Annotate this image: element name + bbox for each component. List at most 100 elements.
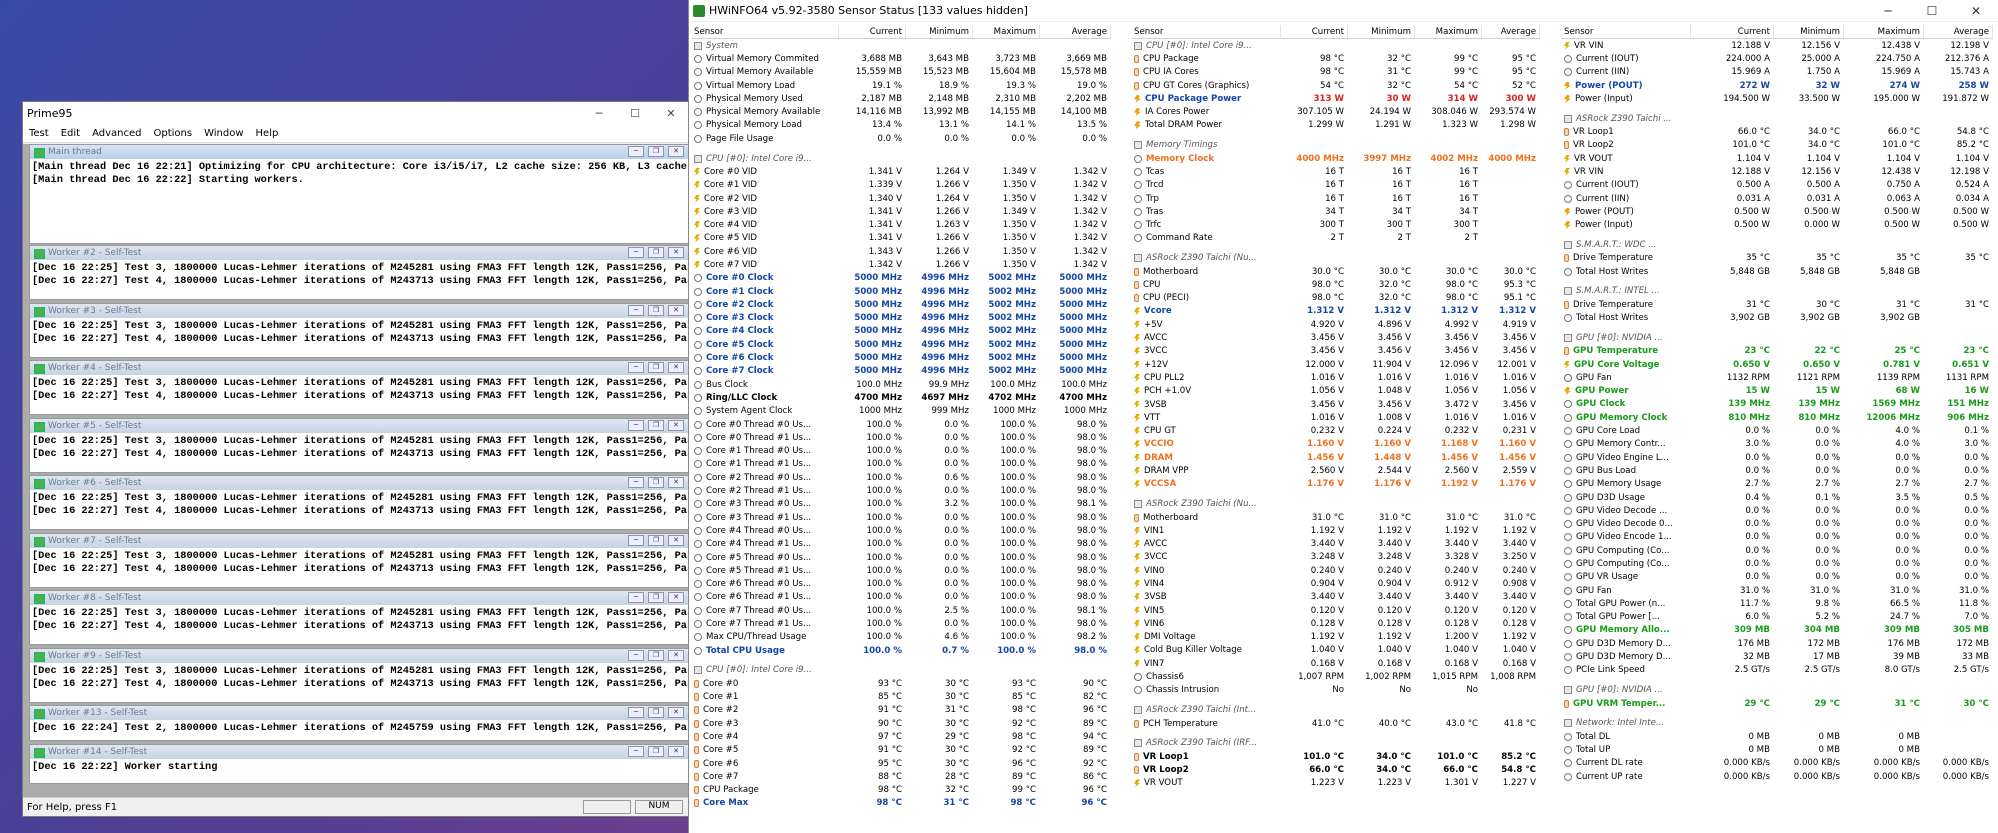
sensor-row[interactable]: CPU GT Cores (Graphics) 54 °C 32 °C 54 °C 52… [1131, 79, 1540, 92]
sensor-row[interactable]: CPU Package 98 °C 32 °C 99 °C 95 °C [1131, 52, 1540, 65]
sensor-row[interactable]: Core #6 Thread #0 Us... 100.0 % 0.0 % 100.0… [691, 577, 1111, 590]
sensor-row[interactable]: Core #0 Thread #0 Us... 100.0 % 0.0 % 100.0… [691, 418, 1111, 431]
sensor-row[interactable]: Core #6 VID 1.343 V 1.266 V 1.350 V 1.342 V [691, 245, 1111, 258]
close-icon[interactable]: ✕ [668, 305, 684, 316]
sensor-row[interactable]: Core #6 Thread #1 Us... 100.0 % 0.0 % 100.0… [691, 591, 1111, 604]
sensor-row[interactable]: Ring/LLC Clock 4700 MHz 4697 MHz 4702 MHz 47… [691, 391, 1111, 404]
sensor-row[interactable]: Trcd 16 T 16 T 16 T [1131, 179, 1540, 192]
column-header[interactable]: Minimum [906, 25, 973, 38]
worker-window-title[interactable]: Worker #3 - Self-Test ─ ❐ ✕ [30, 304, 688, 318]
minimize-icon[interactable]: ─ [628, 650, 644, 661]
minimize-icon[interactable]: ─ [628, 420, 644, 431]
sensor-row[interactable]: 3VSB 3.456 V 3.456 V 3.472 V 3.456 V [1131, 398, 1540, 411]
sensor-group-header[interactable]: Memory Timings [1131, 139, 1540, 152]
sensor-row[interactable]: Command Rate 2 T 2 T 2 T [1131, 232, 1540, 245]
sensor-row[interactable]: PCIe Link Speed 2.5 GT/s 2.5 GT/s 8.0 GT/s 2… [1561, 664, 1993, 677]
sensor-row[interactable]: Core #5 Thread #1 Us... 100.0 % 0.0 % 100.0… [691, 564, 1111, 577]
sensor-row[interactable]: DRAM VPP 2.560 V 2.544 V 2.560 V 2.559 V [1131, 464, 1540, 477]
minimize-icon[interactable]: ─ [628, 746, 644, 757]
sensor-row[interactable]: Drive Temperature 35 °C 35 °C 35 °C 35 °C [1561, 252, 1993, 265]
column-header[interactable]: Minimum [1774, 25, 1844, 38]
worker-window[interactable]: Worker #7 - Self-Test ─ ❐ ✕ [Dec 16 22:25] T… [29, 533, 689, 588]
sensor-row[interactable]: Core #1 Clock 5000 MHz 4996 MHz 5002 MHz 500… [691, 285, 1111, 298]
sensor-row[interactable]: Page File Usage 0.0 % 0.0 % 0.0 % 0.0 % [691, 132, 1111, 145]
sensor-row[interactable]: VTT 1.016 V 1.008 V 1.016 V 1.016 V [1131, 411, 1540, 424]
sensor-row[interactable]: Current UP rate 0.000 KB/s 0.000 KB/s 0.000… [1561, 770, 1993, 783]
minimize-icon[interactable]: ─ [628, 305, 644, 316]
sensor-row[interactable]: PCH +1.0V 1.056 V 1.048 V 1.056 V 1.056 V [1131, 385, 1540, 398]
close-icon[interactable]: ✕ [668, 420, 684, 431]
sensor-row[interactable]: +12V 12.000 V 11.904 V 12.096 V 12.001 V [1131, 358, 1540, 371]
sensor-row[interactable]: Core #3 Thread #0 Us... 100.0 % 3.2 % 100.0… [691, 498, 1111, 511]
sensor-row[interactable]: Core #0 Thread #1 Us... 100.0 % 0.0 % 100.0… [691, 431, 1111, 444]
sensor-group-header[interactable]: S.M.A.R.T.: WDC ... [1561, 238, 1993, 251]
sensor-row[interactable]: 3VCC 3.456 V 3.456 V 3.456 V 3.456 V [1131, 345, 1540, 358]
sensor-row[interactable]: CPU Package Power 313 W 30 W 314 W 300 W [1131, 92, 1540, 105]
sensor-group-header[interactable]: CPU [#0]: Intel Core i9... [691, 664, 1111, 677]
column-header[interactable]: Sensor [691, 25, 839, 38]
menu-item-options[interactable]: Options [147, 128, 198, 139]
sensor-row[interactable]: Chassis6 1,007 RPM 1,002 RPM 1,015 RPM 1,008… [1131, 670, 1540, 683]
worker-window-title[interactable]: Worker #8 - Self-Test ─ ❐ ✕ [30, 591, 688, 605]
sensor-row[interactable]: Power (POUT) 0.500 W 0.500 W 0.500 W 0.500 W [1561, 205, 1993, 218]
sensor-row[interactable]: Core #1 Thread #0 Us... 100.0 % 0.0 % 100.0… [691, 445, 1111, 458]
sensor-row[interactable]: GPU Memory Usage 2.7 % 2.7 % 2.7 % 2.7 % [1561, 478, 1993, 491]
column-header[interactable]: Average [1924, 25, 1993, 38]
column-header[interactable]: Maximum [1844, 25, 1924, 38]
worker-window-title[interactable]: Worker #6 - Self-Test ─ ❐ ✕ [30, 476, 688, 490]
minimize-icon[interactable]: ─ [628, 592, 644, 603]
sensor-row[interactable]: CPU IA Cores 98 °C 31 °C 99 °C 95 °C [1131, 66, 1540, 79]
close-icon[interactable]: ✕ [668, 146, 684, 157]
sensor-row[interactable]: Core #3 VID 1.341 V 1.266 V 1.349 V 1.342 V [691, 205, 1111, 218]
sensor-row[interactable]: Tras 34 T 34 T 34 T [1131, 205, 1540, 218]
sensor-row[interactable]: Power (Input) 194.500 W 33.500 W 195.000 W 1… [1561, 92, 1993, 105]
sensor-row[interactable]: Physical Memory Available 14,116 MB 13,992… [691, 105, 1111, 118]
close-icon[interactable]: ✕ [668, 592, 684, 603]
sensor-group-header[interactable]: System [691, 39, 1111, 52]
sensor-row[interactable]: Motherboard 31.0 °C 31.0 °C 31.0 °C 31.0 °C [1131, 511, 1540, 524]
sensor-row[interactable]: Core #5 Thread #0 Us... 100.0 % 0.0 % 100.0… [691, 551, 1111, 564]
sensor-row[interactable]: Core #3 Thread #1 Us... 100.0 % 0.0 % 100.0… [691, 511, 1111, 524]
sensor-row[interactable]: Core #4 VID 1.341 V 1.263 V 1.350 V 1.342 V [691, 218, 1111, 231]
sensor-row[interactable]: Core #5 VID 1.341 V 1.266 V 1.350 V 1.342 V [691, 232, 1111, 245]
sensor-row[interactable]: VCCSA 1.176 V 1.176 V 1.192 V 1.176 V [1131, 478, 1540, 491]
sensor-row[interactable]: GPU Video Decode ... 0.0 % 0.0 % 0.0 % 0.0 % [1561, 504, 1993, 517]
sensor-row[interactable]: VR Loop1 101.0 °C 34.0 °C 101.0 °C 85.2 °C [1131, 750, 1540, 763]
sensor-row[interactable]: GPU Computing (Co... 0.0 % 0.0 % 0.0 % 0.0 % [1561, 544, 1993, 557]
close-icon[interactable]: ✕ [1954, 4, 1998, 18]
worker-window[interactable]: Worker #3 - Self-Test ─ ❐ ✕ [Dec 16 22:25] T… [29, 303, 689, 358]
sensor-row[interactable]: Cold Bug Killer Voltage 1.040 V 1.040 V 1.0… [1131, 644, 1540, 657]
sensor-row[interactable]: VR Loop2 66.0 °C 34.0 °C 66.0 °C 54.8 °C [1131, 763, 1540, 776]
sensor-row[interactable]: Core #0 VID 1.341 V 1.264 V 1.349 V 1.342 V [691, 165, 1111, 178]
sensor-row[interactable]: Core #2 Clock 5000 MHz 4996 MHz 5002 MHz 500… [691, 298, 1111, 311]
menu-item-test[interactable]: Test [23, 128, 55, 139]
sensor-row[interactable]: Total GPU Power (n... 11.7 % 9.8 % 66.5 % 11… [1561, 597, 1993, 610]
close-icon[interactable]: ✕ [668, 707, 684, 718]
close-icon[interactable]: ✕ [668, 746, 684, 757]
worker-window-title[interactable]: Worker #4 - Self-Test ─ ❐ ✕ [30, 361, 688, 375]
worker-window[interactable]: Worker #5 - Self-Test ─ ❐ ✕ [Dec 16 22:25] T… [29, 418, 689, 473]
sensor-row[interactable]: GPU Video Encode 1... 0.0 % 0.0 % 0.0 % 0.0 … [1561, 531, 1993, 544]
hwinfo-window[interactable]: HWiNFO64 v5.92-3580 Sensor Status [133 v… [688, 0, 1998, 833]
close-icon[interactable]: ✕ [668, 362, 684, 373]
sensor-group-header[interactable]: ASRock Z390 Taichi (Int... [1131, 704, 1540, 717]
menu-item-advanced[interactable]: Advanced [86, 128, 147, 139]
restore-icon[interactable]: ❐ [648, 746, 664, 757]
sensor-row[interactable]: Core #2 Thread #1 Us... 100.0 % 0.0 % 100.0… [691, 484, 1111, 497]
sensor-row[interactable]: CPU Package 98 °C 32 °C 99 °C 96 °C [691, 784, 1111, 797]
sensor-row[interactable]: Total Host Writes 5,848 GB 5,848 GB 5,848 G… [1561, 265, 1993, 278]
sensor-row[interactable]: Current (IIN) 0.031 A 0.031 A 0.063 A 0.034 … [1561, 192, 1993, 205]
sensor-row[interactable]: Total GPU Power [... 6.0 % 5.2 % 24.7 % 7.0 … [1561, 611, 1993, 624]
hwinfo-titlebar[interactable]: HWiNFO64 v5.92-3580 Sensor Status [133 v… [689, 0, 1998, 22]
sensor-row[interactable]: Vcore 1.312 V 1.312 V 1.312 V 1.312 V [1131, 305, 1540, 318]
sensor-group-header[interactable]: ASRock Z390 Taichi (Nu... [1131, 252, 1540, 265]
sensor-row[interactable]: VR VOUT 1.104 V 1.104 V 1.104 V 1.104 V [1561, 152, 1993, 165]
worker-window-title[interactable]: Worker #2 - Self-Test ─ ❐ ✕ [30, 246, 688, 260]
sensor-row[interactable]: Core #7 Thread #1 Us... 100.0 % 0.0 % 100.0… [691, 617, 1111, 630]
restore-icon[interactable]: ❐ [648, 707, 664, 718]
sensor-row[interactable]: Total DL 0 MB 0 MB 0 MB [1561, 730, 1993, 743]
sensor-row[interactable]: Max CPU/Thread Usage 100.0 % 4.6 % 100.0 % 9… [691, 631, 1111, 644]
restore-icon[interactable]: ❐ [648, 146, 664, 157]
sensor-row[interactable]: CPU GT 0.232 V 0.224 V 0.232 V 0.231 V [1131, 425, 1540, 438]
restore-icon[interactable]: ❐ [648, 362, 664, 373]
